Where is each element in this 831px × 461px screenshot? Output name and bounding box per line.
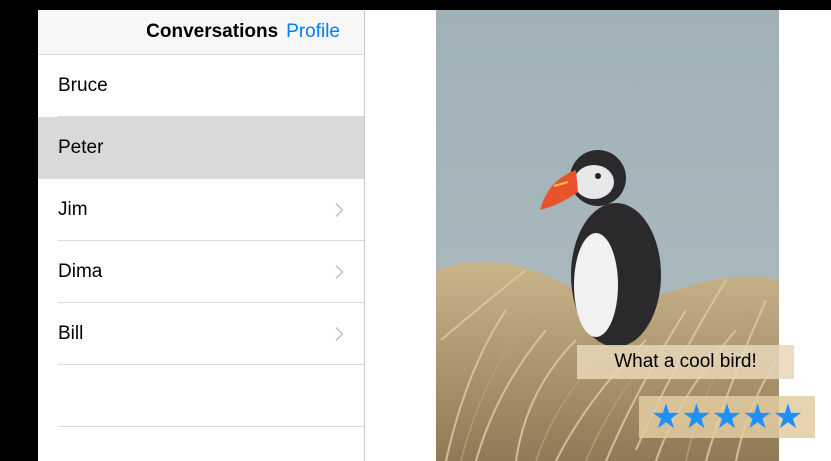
puffin-image <box>436 10 779 461</box>
chevron-right-icon <box>335 202 344 218</box>
puffin-photo <box>436 10 779 461</box>
conversations-pane: Conversations Profile Bruce Peter Jim Di… <box>38 10 364 461</box>
conversation-name: Bill <box>58 323 84 344</box>
star-icon[interactable]: ★ <box>742 400 772 434</box>
conversation-row-bruce[interactable]: Bruce <box>38 55 364 117</box>
caption-text: What a cool bird! <box>614 351 757 372</box>
conversation-name: Peter <box>58 137 104 158</box>
navigation-bar: Conversations Profile <box>38 10 364 55</box>
chevron-right-icon <box>335 326 344 342</box>
conversation-row-bill[interactable]: Bill <box>38 303 364 365</box>
conversation-row-jim[interactable]: Jim <box>38 179 364 241</box>
photo-caption: What a cool bird! <box>577 345 794 379</box>
conversation-row-dima[interactable]: Dima <box>38 241 364 303</box>
star-icon[interactable]: ★ <box>651 400 681 434</box>
page-title: Conversations <box>146 21 279 42</box>
detail-pane <box>365 10 831 461</box>
empty-row <box>38 365 364 427</box>
row-separator <box>58 426 364 427</box>
conversation-name: Dima <box>58 261 103 282</box>
star-rating[interactable]: ★ ★ ★ ★ ★ <box>639 396 815 438</box>
conversation-name: Jim <box>58 199 88 220</box>
chevron-right-icon <box>335 264 344 280</box>
star-icon[interactable]: ★ <box>712 400 742 434</box>
conversation-name: Bruce <box>58 75 108 96</box>
star-icon[interactable]: ★ <box>681 400 711 434</box>
conversation-row-peter[interactable]: Peter <box>38 117 364 179</box>
profile-button[interactable]: Profile <box>286 21 340 43</box>
star-icon[interactable]: ★ <box>773 400 803 434</box>
